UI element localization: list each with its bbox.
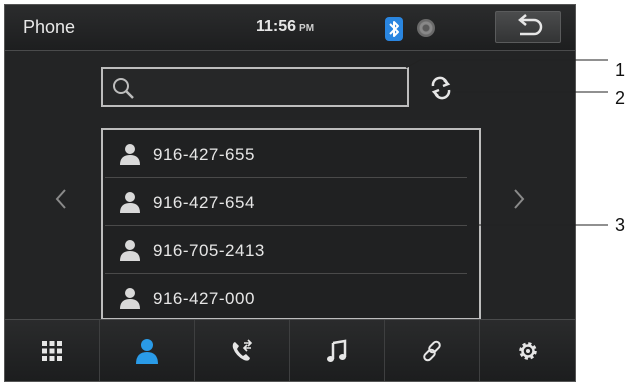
callout-label-1: 1 (615, 60, 626, 80)
callout-label-3: 3 (615, 215, 626, 235)
callout-label-2: 2 (615, 88, 626, 108)
callout-lines (405, 59, 608, 226)
